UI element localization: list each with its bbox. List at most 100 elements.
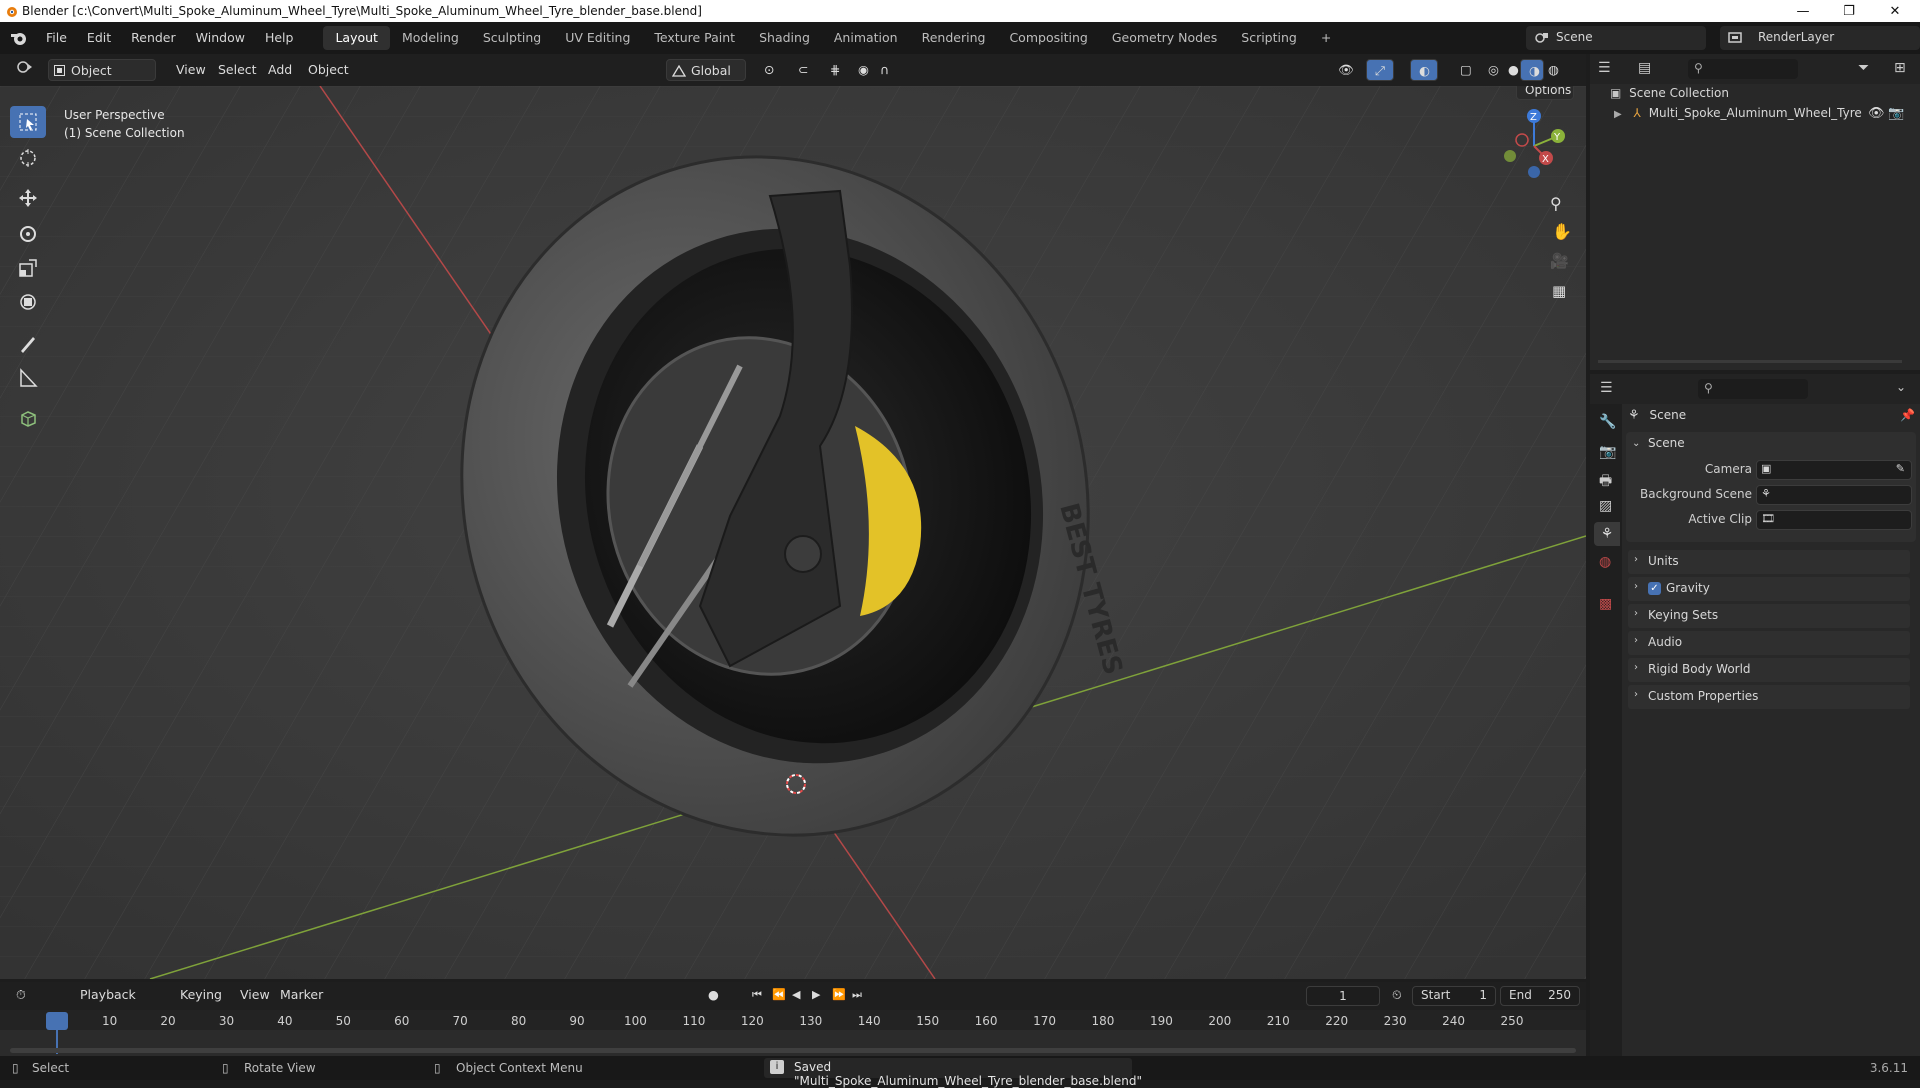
world-tab-icon[interactable]: ◍ <box>1599 554 1611 570</box>
filter-icon[interactable]: ⏷ <box>1858 60 1869 76</box>
wireframe-shading-icon[interactable]: ◎ <box>1480 59 1502 81</box>
scale-tool[interactable] <box>10 252 46 284</box>
active-clip-field[interactable]: 🎞 <box>1756 510 1912 530</box>
editor-type-button[interactable] <box>8 59 42 81</box>
menu-window[interactable]: Window <box>186 26 255 50</box>
end-frame-field[interactable]: End 250 <box>1500 986 1580 1006</box>
render-layer-selector[interactable]: RenderLayer <box>1720 26 1920 50</box>
menu-file[interactable]: File <box>36 26 77 50</box>
3d-viewport[interactable]: BEST TYRES User Perspective (1) Scene Co… <box>0 86 1586 979</box>
timeline-scrollbar[interactable] <box>10 1048 1576 1053</box>
overlay-toggle-icon[interactable]: ◐ <box>1410 59 1438 81</box>
tab-shading[interactable]: Shading <box>747 26 822 50</box>
perspective-toggle-icon[interactable]: ▦ <box>1552 282 1566 300</box>
menu-help[interactable]: Help <box>255 26 304 50</box>
render-tab-icon[interactable]: 📷 <box>1599 444 1616 460</box>
tab-geometry-nodes[interactable]: Geometry Nodes <box>1100 26 1229 50</box>
proportional-edit-icon[interactable]: ◉ <box>850 59 874 81</box>
xray-icon[interactable]: ▢ <box>1452 59 1474 81</box>
expand-arrow-icon[interactable]: ▶ <box>1614 109 1622 120</box>
pivot-point-icon[interactable]: ⊙ <box>756 59 784 81</box>
options-button[interactable]: Options <box>1516 86 1574 100</box>
display-mode-icon[interactable]: ▤ <box>1638 60 1651 76</box>
add-workspace-button[interactable]: + <box>1309 26 1343 50</box>
background-scene-field[interactable]: ⚘ <box>1756 485 1912 505</box>
viewport-menu-view[interactable]: View <box>168 59 214 81</box>
playhead[interactable] <box>46 1012 68 1030</box>
close-button[interactable]: ✕ <box>1872 0 1918 22</box>
pan-view-icon[interactable]: ✋ <box>1552 222 1572 241</box>
chevron-down-icon[interactable]: ⌄ <box>1632 438 1640 449</box>
scene-tab-icon[interactable]: ⚘ <box>1594 522 1620 546</box>
timeline-menu-view[interactable]: View <box>232 984 278 1006</box>
timeline-menu-keying[interactable]: Keying <box>172 984 230 1006</box>
rotate-tool[interactable] <box>10 218 46 250</box>
section-rigid-body-world[interactable]: › Rigid Body World <box>1628 658 1910 682</box>
gravity-checkbox[interactable]: ✓ <box>1648 582 1661 595</box>
visibility-icon[interactable]: 👁 <box>1330 59 1358 81</box>
maximize-button[interactable]: ❐ <box>1826 0 1872 22</box>
record-icon[interactable]: ● <box>700 984 727 1006</box>
start-frame-field[interactable]: Start 1 <box>1412 986 1496 1006</box>
frame-ruler[interactable]: 1102030405060708090100110120130140150160… <box>0 1010 1586 1030</box>
timeline-body[interactable]: 1102030405060708090100110120130140150160… <box>0 1010 1586 1056</box>
transform-tool[interactable] <box>10 286 46 318</box>
move-tool[interactable] <box>10 182 46 214</box>
timeline-menu-playback[interactable]: Playback <box>72 984 144 1006</box>
section-custom-properties[interactable]: › Custom Properties <box>1628 685 1910 709</box>
menu-render[interactable]: Render <box>121 26 186 50</box>
annotate-tool[interactable] <box>10 328 46 360</box>
outliner-search-input[interactable]: ⚲ <box>1688 59 1798 79</box>
jump-end-icon[interactable]: ⏭ <box>844 984 870 1006</box>
snap-target-icon[interactable]: ⋕ <box>822 59 850 81</box>
eye-icon[interactable]: 👁 <box>1868 106 1885 121</box>
section-audio[interactable]: › Audio <box>1628 631 1910 655</box>
outliner-editor-icon[interactable]: ☰ <box>1598 60 1611 76</box>
section-units[interactable]: › Units <box>1628 550 1910 574</box>
output-tab-icon[interactable]: 🖶 <box>1599 470 1612 494</box>
tab-uv-editing[interactable]: UV Editing <box>553 26 642 50</box>
scene-selector[interactable]: Scene <box>1526 26 1706 50</box>
pin-icon[interactable]: 📌 <box>1900 408 1915 422</box>
outliner-item[interactable]: ▶ ⅄ Multi_Spoke_Aluminum_Wheel_Tyre 👁 📷 <box>1614 106 1920 126</box>
tab-rendering[interactable]: Rendering <box>910 26 998 50</box>
navigation-gizmo[interactable]: Z Y X <box>1490 106 1570 186</box>
add-cube-tool[interactable] <box>10 402 46 434</box>
tool-tab-icon[interactable]: 🔧 <box>1599 414 1616 430</box>
timeline-menu-marker[interactable]: Marker <box>272 984 331 1006</box>
rendered-shading-icon[interactable]: ◍ <box>1540 59 1562 81</box>
measure-tool[interactable] <box>10 362 46 394</box>
preview-range-icon[interactable]: ⏲ <box>1384 984 1410 1006</box>
eyedropper-icon[interactable]: ✎ <box>1896 462 1905 475</box>
minimize-button[interactable]: — <box>1780 0 1826 22</box>
cursor-tool[interactable] <box>10 142 46 174</box>
viewport-menu-object[interactable]: Object <box>300 59 357 81</box>
tab-compositing[interactable]: Compositing <box>997 26 1099 50</box>
falloff-icon[interactable]: ∩ <box>872 59 896 81</box>
tab-sculpting[interactable]: Sculpting <box>471 26 553 50</box>
camera-view-icon[interactable]: 🎥 <box>1550 252 1569 270</box>
viewport-menu-add[interactable]: Add <box>260 59 300 81</box>
new-collection-icon[interactable]: ⊞ <box>1894 60 1906 76</box>
chevron-down-icon[interactable]: ⌄ <box>1896 380 1906 394</box>
section-keying-sets[interactable]: › Keying Sets <box>1628 604 1910 628</box>
section-gravity[interactable]: › ✓ Gravity <box>1628 577 1910 601</box>
viewport-menu-select[interactable]: Select <box>210 59 265 81</box>
tab-modeling[interactable]: Modeling <box>390 26 471 50</box>
current-frame-field[interactable]: 1 <box>1306 986 1380 1006</box>
camera-render-icon[interactable]: 📷 <box>1888 106 1904 121</box>
select-box-tool[interactable] <box>10 106 46 138</box>
camera-field[interactable]: ▣ ✎ <box>1756 460 1912 480</box>
properties-search-input[interactable]: ⚲ <box>1698 379 1808 399</box>
zoom-view-icon[interactable]: ⚲ <box>1550 194 1562 213</box>
view-layer-tab-icon[interactable]: ▨ <box>1599 498 1612 514</box>
tab-scripting[interactable]: Scripting <box>1229 26 1309 50</box>
tab-texture-paint[interactable]: Texture Paint <box>642 26 747 50</box>
outliner-scene-collection[interactable]: ▣ Scene Collection <box>1610 86 1729 106</box>
outliner-scrollbar[interactable] <box>1598 360 1902 363</box>
solid-shading-icon[interactable]: ● <box>1500 59 1522 81</box>
timeline-editor-icon[interactable]: ⏱ <box>8 984 34 1006</box>
blender-menu-icon[interactable] <box>10 30 28 46</box>
gizmo-toggle-icon[interactable]: ⤢ <box>1366 59 1394 81</box>
menu-edit[interactable]: Edit <box>77 26 121 50</box>
